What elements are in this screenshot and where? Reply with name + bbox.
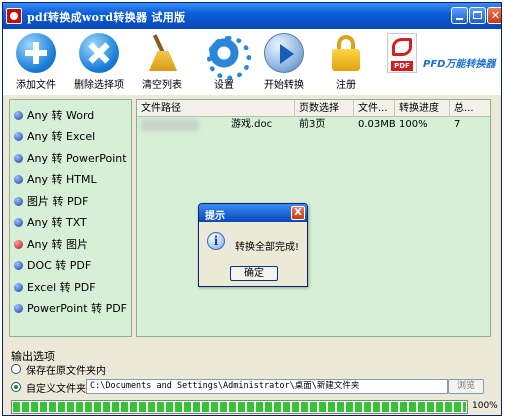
mode-item[interactable]: Any 转 TXT bbox=[14, 213, 87, 231]
redacted-path bbox=[141, 119, 199, 131]
close-icon: X bbox=[294, 207, 302, 218]
plus-icon bbox=[16, 33, 56, 73]
file-list-table[interactable]: 文件路径 页数选择 文件... 转换进度 总... 游戏.doc 前3页 0.0… bbox=[136, 99, 491, 337]
completion-dialog: 提示 X i 转换全部完成! 确定 bbox=[198, 203, 308, 287]
selected-bullet-icon bbox=[14, 239, 23, 249]
start-convert-button[interactable]: 开始转换 bbox=[255, 33, 313, 91]
table-header: 文件路径 页数选择 文件... 转换进度 总... bbox=[137, 100, 490, 117]
output-path-field[interactable]: C:\Documents and Settings\Administrator\… bbox=[86, 379, 448, 394]
radio-same-folder[interactable]: 保存在原文件夹内 bbox=[11, 362, 106, 377]
browse-button[interactable]: 浏览 bbox=[448, 379, 484, 394]
mode-item[interactable]: 图片 转 PDF bbox=[14, 192, 88, 210]
info-icon: i bbox=[207, 232, 225, 250]
dialog-title-bar[interactable]: 提示 X bbox=[199, 204, 307, 222]
cell-pages: 前3页 bbox=[299, 119, 326, 130]
bullet-icon bbox=[14, 153, 23, 163]
start-convert-label: 开始转换 bbox=[264, 80, 304, 91]
bullet-icon bbox=[14, 303, 23, 313]
conversion-mode-list: Any 转 Word Any 转 Excel Any 转 PowerPoint … bbox=[9, 99, 132, 337]
mode-item[interactable]: PowerPoint 转 PDF bbox=[14, 299, 127, 317]
add-files-button[interactable]: 添加文件 bbox=[7, 33, 65, 91]
play-icon bbox=[264, 33, 304, 73]
progress-percent: 100% bbox=[472, 401, 498, 411]
dialog-close-button[interactable]: X bbox=[291, 206, 305, 220]
lock-icon bbox=[326, 33, 366, 73]
clear-list-label: 清空列表 bbox=[142, 80, 182, 91]
register-button[interactable]: 注册 bbox=[317, 33, 375, 91]
title-bar[interactable]: pdf转换成word转换器 试用版 ✕ bbox=[3, 3, 501, 29]
progress-fill bbox=[13, 402, 466, 412]
maximize-button[interactable] bbox=[469, 7, 486, 24]
add-files-label: 添加文件 bbox=[16, 80, 56, 91]
delete-icon bbox=[79, 33, 119, 73]
window-title: pdf转换成word转换器 试用版 bbox=[27, 11, 186, 24]
radio-button-icon bbox=[11, 364, 21, 374]
bullet-icon bbox=[14, 217, 23, 227]
minimize-button[interactable] bbox=[451, 7, 468, 24]
pdf-logo-badge: PDF bbox=[391, 61, 413, 71]
register-label: 注册 bbox=[336, 80, 356, 91]
bullet-icon bbox=[14, 131, 23, 141]
ok-button[interactable]: 确定 bbox=[230, 266, 278, 281]
column-header-pages[interactable]: 页数选择 bbox=[295, 100, 354, 117]
main-window: pdf转换成word转换器 试用版 ✕ 添加文件 删除选择项 清空列表 设置 开… bbox=[2, 2, 502, 416]
mode-item[interactable]: Any 转 Excel bbox=[14, 127, 95, 145]
app-icon bbox=[6, 8, 22, 24]
cell-size: 0.03MB bbox=[358, 119, 395, 130]
toolbar: 添加文件 删除选择项 清空列表 设置 开始转换 注册 PDF PFD万能转换器 bbox=[3, 29, 501, 95]
mode-item-selected[interactable]: Any 转 图片 bbox=[14, 235, 88, 253]
column-header-path[interactable]: 文件路径 bbox=[137, 100, 295, 117]
bullet-icon bbox=[14, 196, 23, 206]
dialog-title: 提示 bbox=[205, 211, 225, 222]
gear-icon bbox=[204, 33, 251, 80]
broom-icon bbox=[142, 33, 182, 73]
mode-item[interactable]: Any 转 PowerPoint bbox=[14, 149, 127, 167]
radio-custom-folder[interactable]: 自定义文件夹 bbox=[11, 380, 86, 395]
bullet-icon bbox=[14, 174, 23, 184]
mode-item[interactable]: Any 转 Word bbox=[14, 106, 94, 124]
close-button[interactable]: ✕ bbox=[487, 7, 501, 24]
maximize-icon bbox=[473, 11, 482, 19]
mode-item[interactable]: Excel 转 PDF bbox=[14, 278, 96, 296]
close-icon: ✕ bbox=[490, 9, 501, 22]
minimize-icon bbox=[456, 18, 463, 20]
radio-button-selected-icon bbox=[11, 382, 21, 392]
brand-name: PFD万能转换器 bbox=[423, 59, 496, 70]
overall-progress-bar bbox=[11, 400, 468, 414]
cell-path: 游戏.doc bbox=[231, 119, 273, 130]
cell-total: 7 bbox=[454, 119, 461, 130]
settings-button[interactable]: 设置 bbox=[195, 33, 253, 91]
pdf-logo-icon: PDF bbox=[387, 33, 417, 73]
column-header-size[interactable]: 文件... bbox=[354, 100, 395, 117]
bullet-icon bbox=[14, 282, 23, 292]
column-header-total[interactable]: 总... bbox=[450, 100, 490, 117]
table-row[interactable]: 游戏.doc 前3页 0.03MB 100% 7 bbox=[137, 117, 490, 133]
cell-progress: 100% bbox=[399, 119, 428, 130]
remove-selected-label: 删除选择项 bbox=[74, 80, 124, 91]
bullet-icon bbox=[14, 260, 23, 270]
mode-item[interactable]: Any 转 HTML bbox=[14, 170, 97, 188]
dialog-message: 转换全部完成! bbox=[235, 242, 300, 253]
mode-item[interactable]: DOC 转 PDF bbox=[14, 256, 91, 274]
remove-selected-button[interactable]: 删除选择项 bbox=[70, 33, 128, 91]
column-header-progress[interactable]: 转换进度 bbox=[395, 100, 450, 117]
bullet-icon bbox=[14, 110, 23, 120]
clear-list-button[interactable]: 清空列表 bbox=[133, 33, 191, 91]
